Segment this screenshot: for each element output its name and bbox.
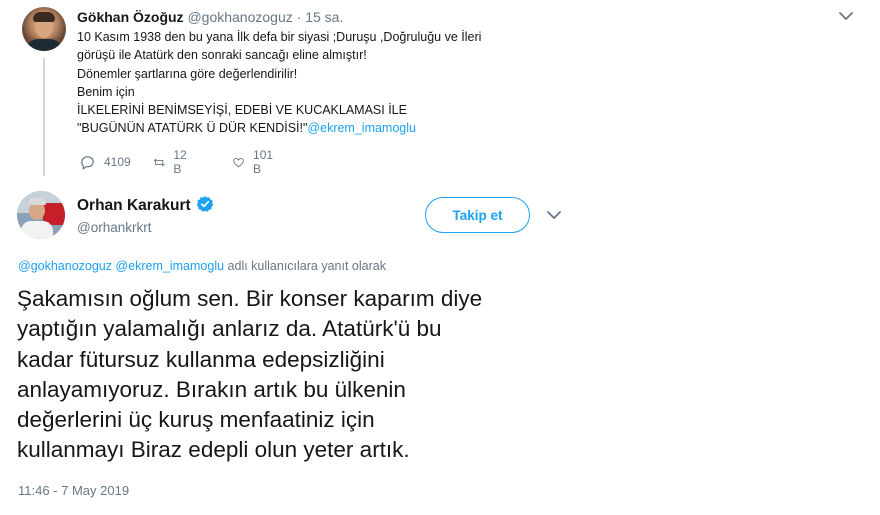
retweet-button[interactable]: 12 B xyxy=(153,148,191,176)
thread-connector-line xyxy=(43,58,45,176)
parent-tweet-header: Gökhan Özoğuz @gokhanozoguz · 15 sa. xyxy=(77,8,343,26)
main-author-avatar[interactable] xyxy=(17,191,65,239)
chevron-down-icon[interactable] xyxy=(546,209,562,221)
main-tweet-line: Şakamısın oğlum sen. Bir konser kaparım … xyxy=(17,286,483,311)
main-tweet-text: Şakamısın oğlum sen. Bir konser kaparım … xyxy=(17,284,577,466)
parent-tweet-line-text: 10 Kasım 1938 den bu yana İlk defa bir s… xyxy=(77,30,482,44)
parent-author-name[interactable]: Gökhan Özoğuz xyxy=(77,9,184,25)
parent-tweet-line: Dönemler şartlarına göre değerlendirilir… xyxy=(77,65,537,83)
parent-tweet[interactable]: Gökhan Özoğuz @gokhanozoguz · 15 sa. 10 … xyxy=(0,0,880,185)
verified-badge-icon xyxy=(196,196,213,212)
parent-author-handle[interactable]: @gokhanozoguz xyxy=(187,9,292,25)
tweet-timestamp[interactable]: 11:46 - 7 May 2019 xyxy=(18,483,129,499)
main-tweet-line: yaptığın yalamalığı anlarız da. Atatürk'… xyxy=(17,316,442,342)
retweet-icon xyxy=(153,158,165,166)
main-tweet-line: değerlerini üç kuruş menfaatiniz için xyxy=(17,407,375,433)
reply-count: 4109 xyxy=(104,155,131,169)
main-author-name[interactable]: Orhan Karakurt xyxy=(77,197,191,214)
reply-button[interactable]: 4109 xyxy=(79,152,131,172)
main-author-handle[interactable]: @orhankrkrt xyxy=(77,219,151,237)
main-tweet-line: kadar fütursuz kullanma edepsizliğini xyxy=(17,346,385,372)
main-tweet-line: kullanmayı Biraz edepli olun yeter artık… xyxy=(17,437,410,463)
parent-author-avatar[interactable] xyxy=(22,7,66,51)
mention-link[interactable]: @ekrem_imamoglu xyxy=(307,121,416,135)
reply-icon xyxy=(81,155,94,169)
parent-tweet-line: Benim için xyxy=(77,83,537,101)
parent-tweet-line-text: Benim için xyxy=(77,84,135,99)
replying-to: @gokhanozoguz @ekrem_imamoglu adlı kulla… xyxy=(18,258,386,274)
main-author-name-row: Orhan Karakurt xyxy=(77,195,214,216)
follow-button[interactable]: Takip et xyxy=(425,197,530,233)
parent-tweet-line-text: "BUGÜNÜN ATATÜRK Ü DÜR KENDİSİ!" xyxy=(77,121,308,136)
parent-tweet-line-text: Dönemler şartlarına göre değerlendirilir… xyxy=(77,66,298,81)
chevron-down-icon[interactable] xyxy=(838,10,854,22)
retweet-count: 12 B xyxy=(173,148,187,176)
parent-tweet-line: görüşü ile Atatürk den sonraki sancağı e… xyxy=(77,46,537,64)
parent-tweet-time[interactable]: 15 sa. xyxy=(305,9,343,25)
reply-mention-link[interactable]: @gokhanozoguz xyxy=(18,259,112,273)
parent-tweet-line: 10 Kasım 1938 den bu yana İlk defa bir s… xyxy=(77,28,537,46)
like-button[interactable]: 101 B xyxy=(232,148,277,176)
parent-tweet-line-text: İLKELERİNİ BENİMSEYİŞİ, EDEBİ VE KUCAKLA… xyxy=(77,103,407,118)
parent-tweet-text: 10 Kasım 1938 den bu yana İlk defa bir s… xyxy=(77,28,537,138)
header-separator: · xyxy=(296,9,302,25)
reply-mention-link[interactable]: @ekrem_imamoglu xyxy=(116,259,225,273)
parent-tweet-line: İLKELERİNİ BENİMSEYİŞİ, EDEBİ VE KUCAKLA… xyxy=(77,101,537,119)
parent-tweet-line-text: görüşü ile Atatürk den sonraki sancağı e… xyxy=(77,48,367,63)
reply-to-suffix: adlı kullanıcılara yanıt olarak xyxy=(224,259,386,273)
main-tweet-line: anlayamıyoruz. Bırakın artık bu ülkenin xyxy=(17,376,406,402)
like-icon xyxy=(233,157,244,167)
like-count: 101 B xyxy=(253,148,274,176)
parent-tweet-line: "BUGÜNÜN ATATÜRK Ü DÜR KENDİSİ!"@ekrem_i… xyxy=(77,119,537,137)
